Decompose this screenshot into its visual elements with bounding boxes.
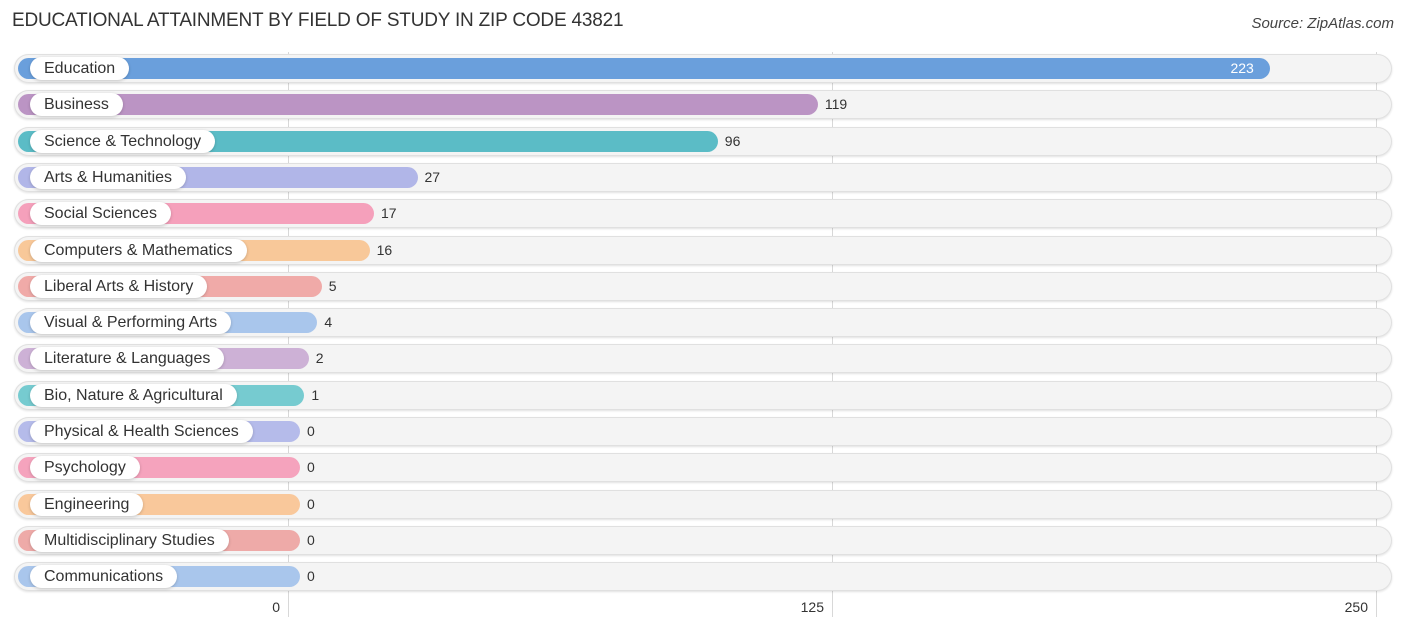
x-tick-label: 125 — [800, 599, 824, 615]
category-label: Visual & Performing Arts — [30, 311, 232, 335]
value-label: 1 — [311, 386, 320, 403]
value-label: 0 — [307, 459, 315, 476]
category-label: Computers & Mathematics — [30, 238, 247, 262]
value-label: 16 — [376, 241, 393, 258]
category-label: Business — [30, 93, 123, 117]
value-label: 0 — [307, 423, 315, 439]
chart-title: EDUCATIONAL ATTAINMENT BY FIELD OF STUDY… — [12, 10, 624, 31]
x-tick-label: 0 — [272, 599, 280, 615]
category-label: Psychology — [30, 456, 140, 480]
source-label: Source: ZipAtlas.com — [1251, 15, 1394, 32]
value-label: 27 — [424, 168, 441, 185]
value-label: 17 — [380, 205, 397, 222]
value-label: 0 — [307, 568, 315, 585]
category-label: Literature & Languages — [30, 347, 225, 371]
value-label: 223 — [1230, 60, 1254, 76]
category-label: Liberal Arts & History — [30, 274, 208, 298]
category-label: Communications — [30, 565, 178, 589]
category-label: Arts & Humanities — [30, 165, 187, 189]
category-label: Bio, Nature & Agricultural — [30, 383, 237, 407]
value-label: 4 — [324, 314, 333, 331]
category-label: Multidisciplinary Studies — [30, 528, 229, 552]
value-label: 2 — [315, 350, 324, 367]
value-label: 0 — [307, 495, 315, 512]
bar[interactable] — [18, 94, 818, 116]
category-label: Education — [30, 57, 130, 80]
category-label: Engineering — [30, 492, 144, 516]
category-label: Physical & Health Sciences — [30, 420, 253, 443]
value-label: 5 — [328, 277, 337, 294]
bar[interactable] — [18, 58, 1271, 79]
x-tick-label: 250 — [1344, 599, 1368, 615]
value-label: 0 — [307, 531, 315, 548]
value-label: 119 — [824, 96, 848, 113]
category-label: Social Sciences — [30, 202, 171, 226]
value-label: 96 — [724, 132, 741, 149]
category-label: Science & Technology — [30, 129, 216, 153]
